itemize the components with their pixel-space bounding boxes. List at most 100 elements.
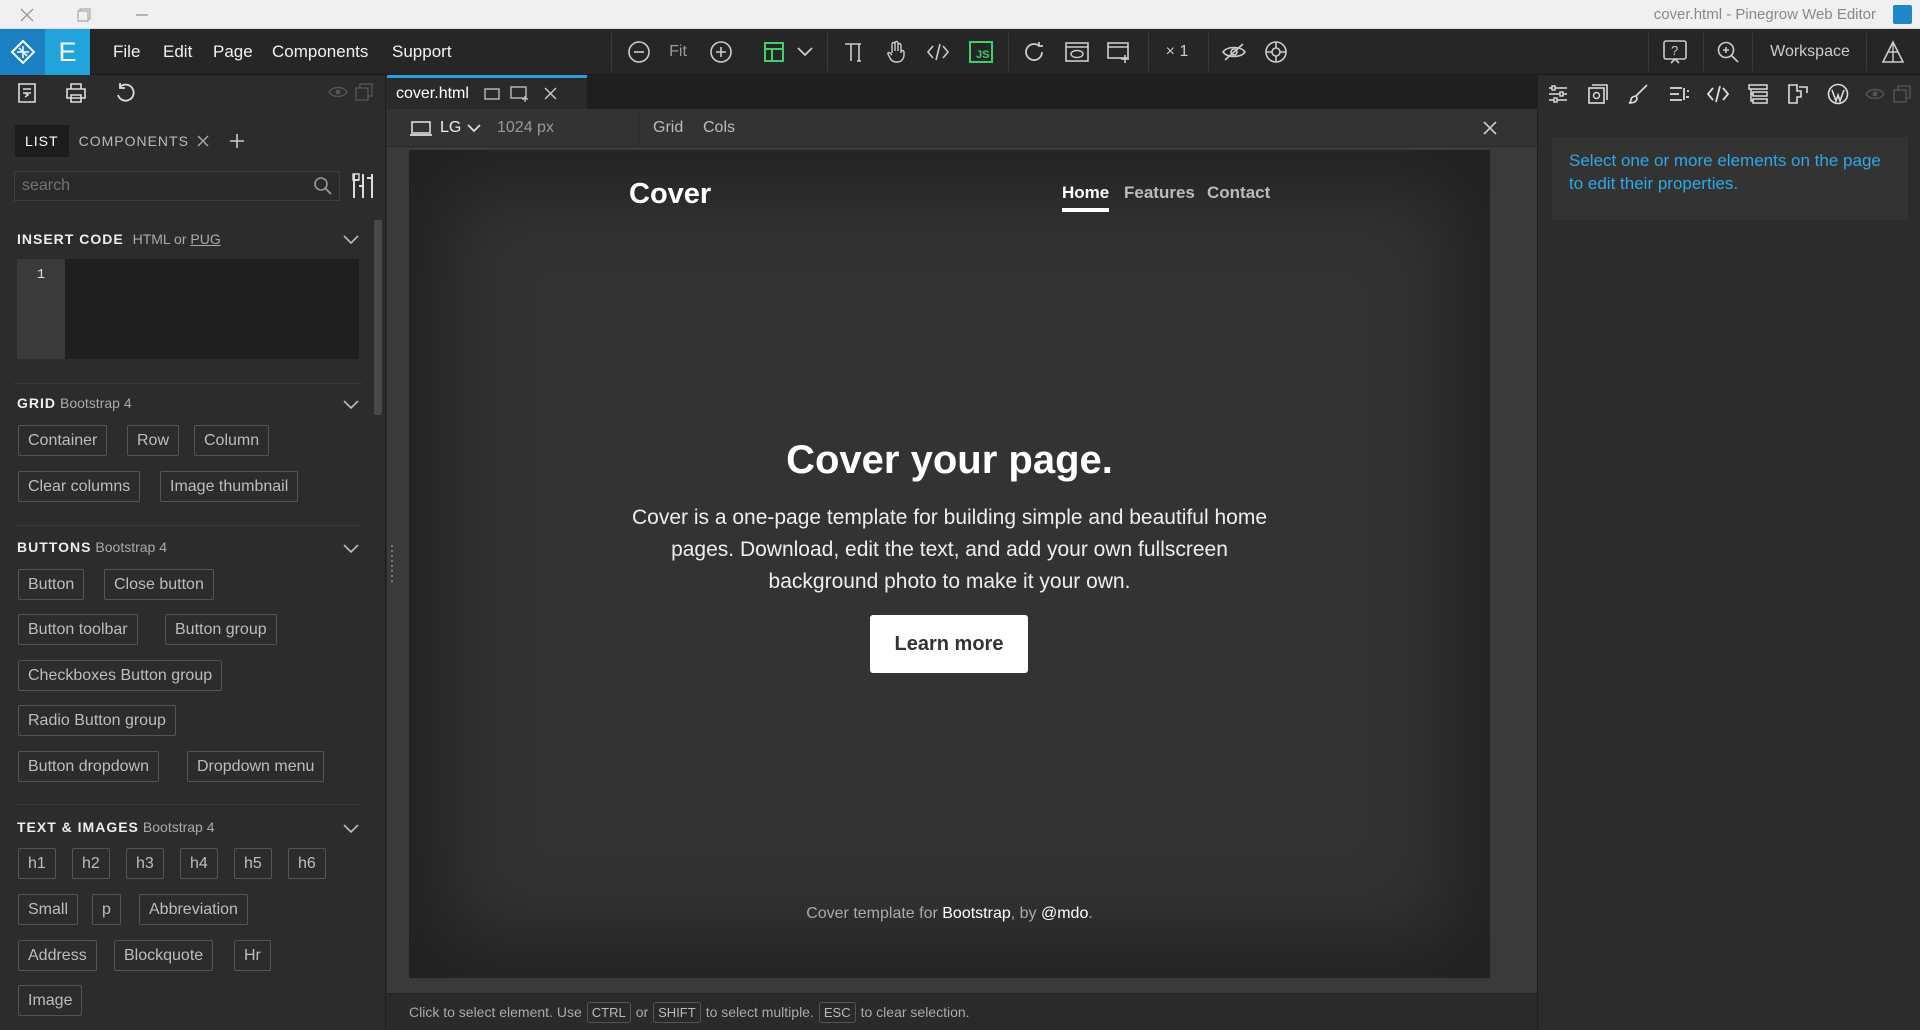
text-format-icon[interactable] [1667, 83, 1691, 105]
component-abbreviation[interactable]: Abbreviation [139, 894, 248, 925]
minimize-window-icon[interactable] [122, 0, 162, 29]
component-button-group[interactable]: Button group [165, 614, 277, 645]
code-icon[interactable] [1707, 83, 1729, 105]
component-blockquote[interactable]: Blockquote [114, 940, 214, 971]
nav-features[interactable]: Features [1124, 183, 1195, 203]
component-close-button[interactable]: Close button [104, 569, 214, 600]
component-column[interactable]: Column [194, 425, 270, 456]
component-p[interactable]: p [92, 894, 121, 925]
search-input[interactable] [14, 171, 340, 201]
component-h6[interactable]: h6 [288, 848, 326, 879]
component-button[interactable]: Button [18, 569, 85, 600]
component-address[interactable]: Address [18, 940, 97, 971]
menu-components[interactable]: Components [272, 29, 368, 75]
component-container[interactable]: Container [18, 425, 108, 456]
menu-edit[interactable]: Edit [163, 29, 192, 75]
maximize-window-icon[interactable] [64, 0, 104, 29]
chevron-down-icon[interactable] [794, 38, 816, 66]
eye-icon[interactable] [1865, 87, 1885, 101]
manage-libraries-icon[interactable] [350, 172, 376, 200]
close-window-icon[interactable] [7, 0, 47, 29]
grid-toggle[interactable]: Grid [653, 119, 683, 137]
tree-icon[interactable] [1747, 83, 1769, 105]
learn-more-button[interactable]: Learn more [870, 615, 1028, 673]
laptop-icon[interactable] [409, 120, 433, 138]
breakpoint-selector[interactable]: LG [440, 119, 461, 137]
search-zoom-icon[interactable] [1714, 38, 1742, 66]
component-h3[interactable]: h3 [126, 848, 164, 879]
help-wheel-icon[interactable] [1262, 38, 1290, 66]
close-icon[interactable] [197, 135, 209, 147]
menu-page[interactable]: Page [213, 29, 253, 75]
search-icon[interactable] [313, 176, 333, 196]
code-editor[interactable]: 1 [17, 259, 359, 359]
chevron-down-icon[interactable] [343, 235, 359, 245]
component-h4[interactable]: h4 [180, 848, 218, 879]
nav-home[interactable]: Home [1062, 183, 1110, 212]
detach-panel-icon[interactable] [1893, 85, 1911, 103]
component-checkboxes-button-group[interactable]: Checkboxes Button group [18, 660, 223, 691]
bootstrap-link[interactable]: Bootstrap [942, 905, 1010, 922]
component-h2[interactable]: h2 [72, 848, 110, 879]
component-row[interactable]: Row [127, 425, 180, 456]
menu-support[interactable]: Support [392, 29, 452, 75]
zoom-fit-button[interactable]: Fit [664, 38, 692, 66]
component-h5[interactable]: h5 [234, 848, 272, 879]
tab-list[interactable]: LIST [15, 125, 69, 157]
preview-icon[interactable] [1063, 38, 1091, 66]
wordpress-icon[interactable] [1827, 83, 1849, 105]
tab-cover-html[interactable]: cover.html [387, 75, 587, 109]
component-image-thumbnail[interactable]: Image thumbnail [160, 471, 299, 502]
properties-icon[interactable] [1547, 83, 1569, 105]
text-images-section-header[interactable]: TEXT & IMAGES Bootstrap 4 [17, 819, 215, 835]
style-brush-icon[interactable] [1627, 83, 1649, 105]
cols-toggle[interactable]: Cols [703, 119, 735, 137]
grid-section-header[interactable]: GRID Bootstrap 4 [17, 395, 132, 411]
component-h1[interactable]: h1 [18, 848, 56, 879]
layout-mode-icon[interactable] [760, 38, 788, 66]
nav-contact[interactable]: Contact [1207, 183, 1270, 203]
menu-file[interactable]: File [113, 29, 140, 75]
interact-hand-icon[interactable] [882, 38, 910, 66]
site-brand[interactable]: Cover [629, 178, 711, 211]
component-hr[interactable]: Hr [234, 940, 271, 971]
multi-page-counter[interactable]: × 1 [1160, 38, 1194, 66]
component-image[interactable]: Image [18, 985, 83, 1016]
buttons-section-header[interactable]: BUTTONS Bootstrap 4 [17, 539, 167, 555]
insert-code-header[interactable]: INSERT CODE HTML or PUG [17, 231, 221, 247]
zoom-in-icon[interactable] [707, 38, 735, 66]
close-tab-icon[interactable] [544, 87, 557, 100]
help-icon[interactable]: ? [1660, 38, 1690, 66]
component-button-dropdown[interactable]: Button dropdown [18, 751, 159, 782]
component-small[interactable]: Small [18, 894, 79, 925]
component-radio-button-group[interactable]: Radio Button group [18, 705, 176, 736]
add-tab-icon[interactable] [219, 125, 255, 157]
close-icon[interactable] [1483, 121, 1497, 135]
hero-lead[interactable]: Cover is a one-page template for buildin… [620, 502, 1280, 598]
workspace-menu[interactable]: Workspace [1760, 38, 1860, 66]
page-footer[interactable]: Cover template for Bootstrap, by @mdo. [409, 905, 1490, 923]
mdo-link[interactable]: @mdo [1041, 905, 1088, 922]
component-dropdown-menu[interactable]: Dropdown menu [187, 751, 325, 782]
refresh-icon[interactable] [1020, 38, 1048, 66]
tab-components[interactable]: COMPONENTS [69, 125, 219, 157]
panel-scrollbar[interactable] [374, 220, 382, 415]
chevron-down-icon[interactable] [343, 544, 359, 554]
hero-heading[interactable]: Cover your page. [409, 438, 1490, 483]
pinegrow-logo-icon[interactable] [0, 29, 45, 75]
left-resize-handle[interactable] [391, 545, 393, 585]
component-button-toolbar[interactable]: Button toolbar [18, 614, 138, 645]
editor-mode-button[interactable]: E [45, 29, 90, 75]
chevron-down-icon[interactable] [343, 824, 359, 834]
component-clear-columns[interactable]: Clear columns [18, 471, 141, 502]
components-icon[interactable] [1787, 83, 1809, 105]
text-edit-icon[interactable] [840, 38, 868, 66]
zoom-out-icon[interactable] [625, 38, 653, 66]
hide-overlay-icon[interactable] [1219, 38, 1249, 66]
library-icon[interactable] [1587, 83, 1609, 105]
undo-icon[interactable] [114, 81, 138, 105]
eye-icon[interactable] [328, 85, 348, 99]
page-view-icon[interactable] [483, 86, 501, 102]
chevron-down-icon[interactable] [467, 124, 481, 133]
javascript-icon[interactable]: JS [966, 38, 996, 66]
